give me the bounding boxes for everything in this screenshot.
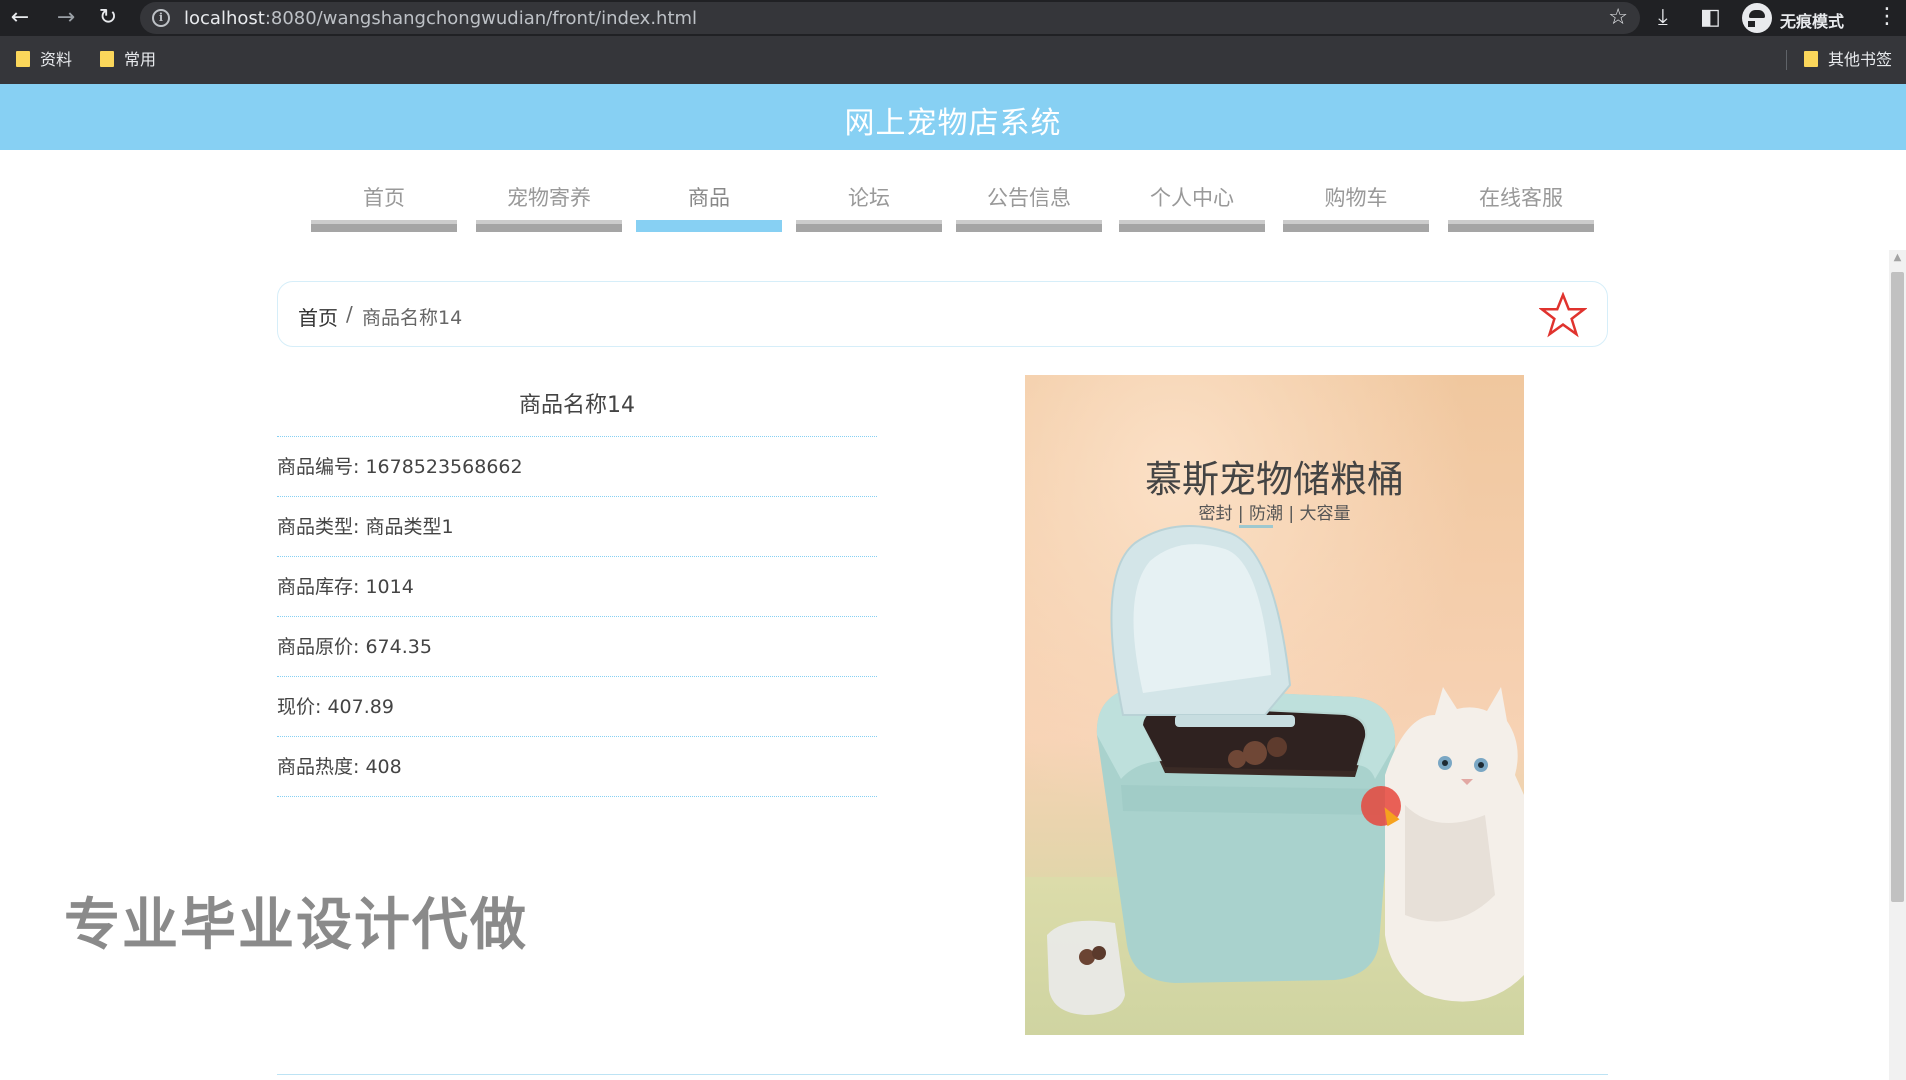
forward-arrow-icon[interactable]: → xyxy=(54,6,78,30)
address-bar[interactable]: i localhost:8080/wangshangchongwudian/fr… xyxy=(140,2,1640,34)
breadcrumb-current: 商品名称14 xyxy=(362,307,463,329)
product-name: 商品名称14 xyxy=(277,375,877,437)
incognito-label[interactable]: 无痕模式 xyxy=(1780,8,1844,32)
menu-dots-icon[interactable]: ⋮ xyxy=(1876,4,1898,29)
breadcrumb: 首页 / 商品名称14 xyxy=(277,281,1608,347)
product-details: 商品名称14 商品编号: 1678523568662 商品类型: 商品类型1 商… xyxy=(277,375,877,797)
folder-icon xyxy=(100,51,114,67)
reload-icon[interactable]: ↻ xyxy=(96,6,120,30)
nav-item-announcements[interactable]: 公告信息 xyxy=(956,176,1102,232)
browser-toolbar: ← → ↻ i localhost:8080/wangshangchongwud… xyxy=(0,0,1906,36)
main-nav: 首页 宠物寄养 商品 论坛 公告信息 个人中心 购物车 在线客服 xyxy=(311,176,1595,236)
site-title: 网上宠物店系统 xyxy=(844,106,1062,141)
content-bottom-divider xyxy=(277,1074,1608,1075)
product-field: 商品编号: 1678523568662 xyxy=(277,437,877,497)
other-bookmarks[interactable]: 其他书签 xyxy=(1804,48,1892,72)
download-icon[interactable]: ⤓ xyxy=(1658,4,1668,32)
scrollbar-thumb[interactable] xyxy=(1891,272,1904,902)
nav-item-pet-boarding[interactable]: 宠物寄养 xyxy=(476,176,622,232)
nav-item-cart[interactable]: 购物车 xyxy=(1283,176,1429,232)
site-info-icon[interactable]: i xyxy=(152,9,170,27)
product-field: 现价: 407.89 xyxy=(277,677,877,737)
bookmark-folder[interactable]: 常用 xyxy=(100,48,156,72)
incognito-icon[interactable] xyxy=(1742,3,1780,33)
product-field: 商品库存: 1014 xyxy=(277,557,877,617)
nav-item-products[interactable]: 商品 xyxy=(636,176,782,232)
url-text[interactable]: localhost:8080/wangshangchongwudian/fron… xyxy=(184,8,697,29)
folder-icon xyxy=(1804,51,1818,67)
nav-item-customer-service[interactable]: 在线客服 xyxy=(1448,176,1594,232)
folder-icon xyxy=(16,51,30,67)
nav-item-forum[interactable]: 论坛 xyxy=(796,176,942,232)
site-header: 网上宠物店系统 xyxy=(0,84,1906,150)
breadcrumb-separator: / xyxy=(346,302,353,326)
breadcrumb-home-link[interactable]: 首页 xyxy=(298,302,338,331)
bookmark-folder[interactable]: 资料 xyxy=(16,48,72,72)
star-outline-icon[interactable] xyxy=(1539,292,1587,338)
product-field: 商品热度: 408 xyxy=(277,737,877,797)
pet-food-bin-illustration xyxy=(1047,524,1524,1015)
bookmarks-divider xyxy=(1786,50,1787,70)
bookmarks-bar: 资料 常用 其他书签 xyxy=(0,36,1906,84)
product-image: 慕斯宠物储粮桶 密封 | 防潮 | 大容量 xyxy=(1025,375,1524,1035)
side-panel-icon[interactable]: ◧ xyxy=(1700,4,1721,32)
nav-item-profile[interactable]: 个人中心 xyxy=(1119,176,1265,232)
nav-item-home[interactable]: 首页 xyxy=(311,176,457,232)
back-arrow-icon[interactable]: ← xyxy=(8,6,32,30)
product-field: 商品类型: 商品类型1 xyxy=(277,497,877,557)
scroll-up-arrow-icon[interactable]: ▲ xyxy=(1889,250,1906,266)
product-field: 商品原价: 674.35 xyxy=(277,617,877,677)
watermark-text: 专业毕业设计代做 xyxy=(64,893,528,958)
bookmark-star-icon[interactable]: ☆ xyxy=(1608,5,1628,30)
